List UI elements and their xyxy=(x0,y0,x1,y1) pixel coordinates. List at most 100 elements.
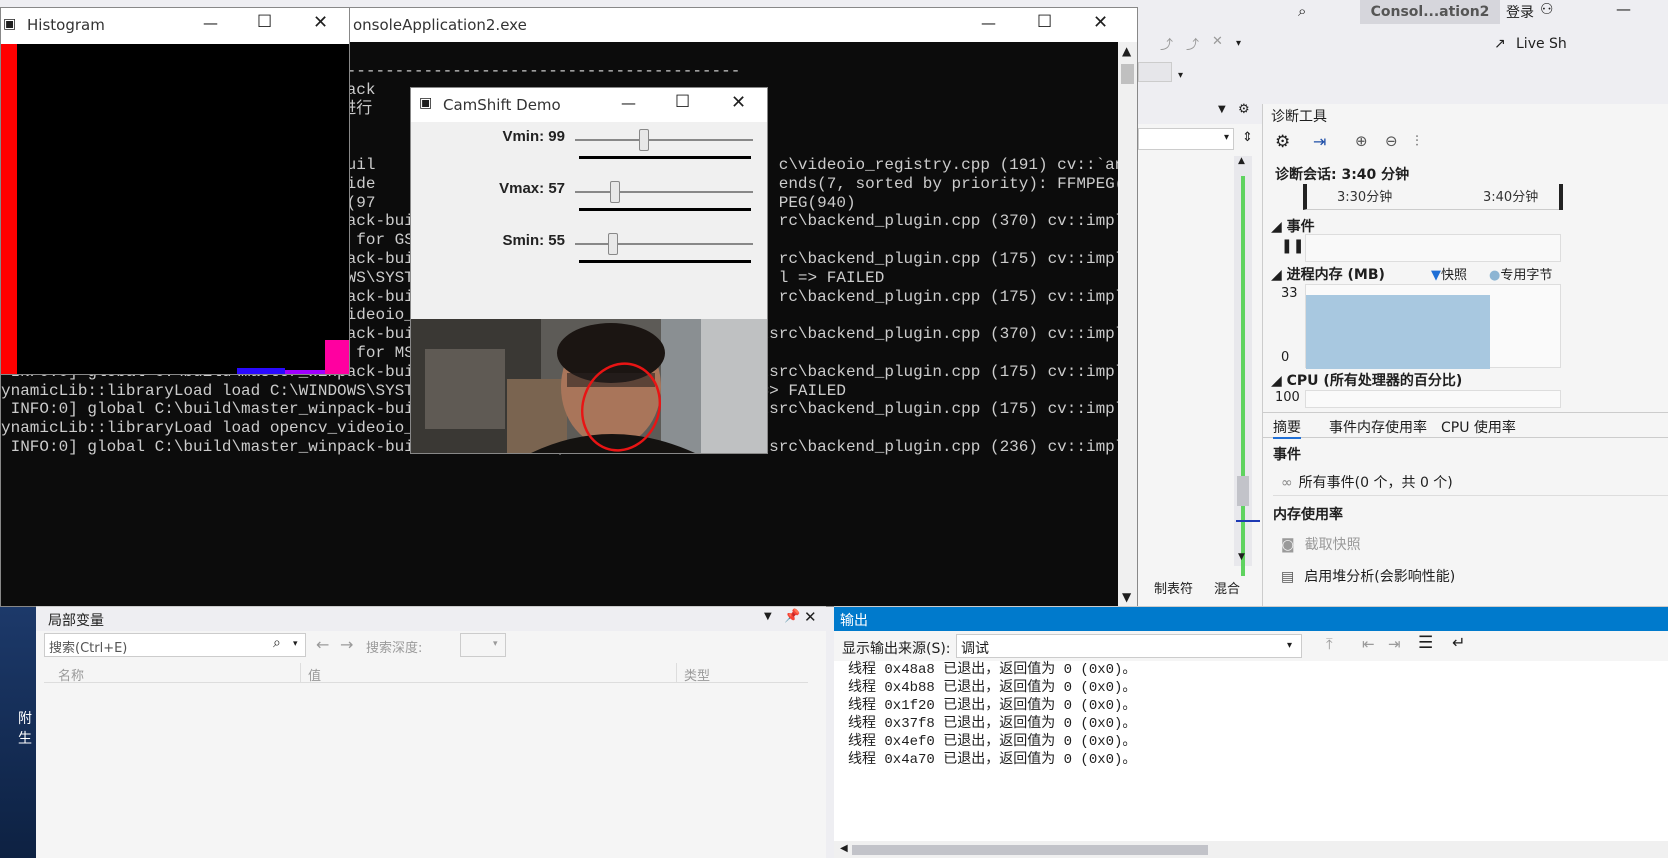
gear-icon[interactable]: ⚙ xyxy=(1238,102,1250,117)
toolbar-icon[interactable]: ⤴ xyxy=(1186,34,1199,53)
search-icon[interactable]: ⌕ xyxy=(1298,2,1306,20)
export-icon[interactable]: ⇥ xyxy=(1313,132,1326,151)
col-name[interactable]: 名称 xyxy=(58,665,84,684)
trackbar-track[interactable] xyxy=(575,139,753,141)
user-icon[interactable]: ⚇ xyxy=(1540,0,1553,18)
camera-frame xyxy=(411,319,767,453)
gear-icon[interactable]: ⚙ xyxy=(1275,132,1290,152)
output-next-icon[interactable]: ⇥ xyxy=(1388,635,1401,653)
trackbar-handle[interactable] xyxy=(608,233,618,255)
search-icon[interactable]: ⌕ xyxy=(273,635,281,651)
word-wrap-icon[interactable]: ↵ xyxy=(1452,633,1465,652)
events-track xyxy=(1305,234,1561,262)
trackbar-handle[interactable] xyxy=(639,129,649,151)
output-source-value: 调试 xyxy=(961,641,989,657)
all-events-row[interactable]: ∞ 所有事件(0 个，共 0 个) xyxy=(1273,472,1668,496)
camshift-close-button[interactable]: ✕ xyxy=(731,92,746,113)
histogram-bar-blue xyxy=(237,368,285,374)
locals-search-input[interactable]: 搜索(Ctrl+E) xyxy=(49,637,127,656)
trackbar-underline xyxy=(579,260,751,263)
login-link[interactable]: 登录 xyxy=(1506,2,1534,22)
scroll-down-icon[interactable]: ▼ xyxy=(1238,552,1245,562)
console-scrollbar[interactable]: ▲ ▼ xyxy=(1118,42,1137,606)
desktop-label-2: 生 xyxy=(18,731,32,747)
tab-events[interactable]: 事件 xyxy=(1329,417,1357,437)
forward-arrow-icon[interactable]: → xyxy=(340,635,353,654)
vs-title-bar: ⌕ Consol...ation2 登录 ⚇ — xyxy=(1138,0,1668,26)
column-divider[interactable] xyxy=(300,663,301,683)
time-label-1: 3:30分钟 xyxy=(1337,190,1393,205)
trackbar-handle[interactable] xyxy=(610,181,620,203)
scroll-down-icon[interactable]: ▼ xyxy=(1122,590,1131,604)
column-divider[interactable] xyxy=(676,663,677,683)
console-maximize-button[interactable]: ☐ xyxy=(1037,12,1052,32)
output-hscrollbar[interactable]: ◀ xyxy=(834,841,1668,858)
tab-summary[interactable]: 摘要 xyxy=(1273,417,1301,439)
events-section-title: 事件 xyxy=(1273,447,1301,463)
take-snapshot-button[interactable]: ◙ 截取快照 xyxy=(1281,534,1361,554)
split-icon[interactable]: ⇕ xyxy=(1242,130,1253,145)
tab-mixed[interactable]: 混合 xyxy=(1214,578,1240,597)
trackbar-track[interactable] xyxy=(575,243,753,245)
output-prev-icon[interactable]: ⇤ xyxy=(1362,635,1375,653)
zoom-in-icon[interactable]: ⊕ xyxy=(1355,132,1368,150)
output-source-select[interactable]: 调试 ▾ xyxy=(956,634,1302,658)
chevron-down-icon[interactable]: ▼ xyxy=(1218,104,1226,115)
chevron-down-icon: ▾ xyxy=(1287,640,1293,651)
camshift-minimize-button[interactable]: — xyxy=(621,94,636,112)
cpu-header[interactable]: ◢ CPU (所有处理器的百分比) xyxy=(1271,370,1462,390)
trackbars: Vmin: 99 Vmax: 57 Smin: 55 xyxy=(411,122,767,318)
live-share-icon[interactable]: ↗ xyxy=(1494,36,1506,52)
solution-name-badge: Consol...ation2 xyxy=(1360,0,1500,24)
output-line: 线程 0x4a70 已退出，返回值为 0 (0x0)。 xyxy=(848,752,1137,768)
explorer-combo[interactable]: ▾ xyxy=(1138,128,1234,150)
col-type[interactable]: 类型 xyxy=(684,665,710,684)
explorer-scrollbar[interactable]: ▲ ▼ xyxy=(1234,156,1252,576)
pause-icon[interactable]: ❚❚ xyxy=(1281,238,1304,254)
output-hscroll-thumb[interactable] xyxy=(852,845,1208,855)
back-arrow-icon[interactable]: ← xyxy=(316,635,329,654)
take-snapshot-label: 截取快照 xyxy=(1304,537,1361,553)
window-icon: ▣ xyxy=(3,16,17,32)
chart-icon[interactable]: ⫶ xyxy=(1415,132,1419,150)
memory-header-label: 进程内存 (MB) xyxy=(1286,267,1385,283)
output-text-area: 线程 0x48a8 已退出，返回值为 0 (0x0)。 线程 0x4b88 已退出… xyxy=(834,661,1668,841)
toolbar-overflow-icon[interactable]: ▾ xyxy=(1178,70,1183,81)
toolbar-icon[interactable]: ✕ xyxy=(1212,34,1223,49)
chevron-down-icon[interactable]: ▾ xyxy=(293,639,298,649)
scroll-up-icon[interactable]: ▲ xyxy=(1238,156,1245,166)
toolbar-combo[interactable] xyxy=(1138,62,1172,82)
histogram-window: ▣ Histogram — ☐ ✕ xyxy=(0,7,350,375)
heap-profiling-button[interactable]: ▤ 启用堆分析(会影响性能) xyxy=(1281,566,1455,586)
vs-minimize-button[interactable]: — xyxy=(1616,0,1631,18)
clear-all-icon[interactable]: ☰ xyxy=(1418,633,1433,653)
camshift-maximize-button[interactable]: ☐ xyxy=(675,92,690,112)
toolbar-icon[interactable]: ⤴ xyxy=(1160,34,1173,53)
histogram-minimize-button[interactable]: — xyxy=(203,14,218,32)
tab-cpu[interactable]: CPU 使用率 xyxy=(1441,417,1516,437)
scroll-up-icon[interactable]: ▲ xyxy=(1122,44,1131,58)
search-depth-combo[interactable]: ▾ xyxy=(460,633,506,657)
heap-icon: ▤ xyxy=(1281,569,1295,585)
console-close-button[interactable]: ✕ xyxy=(1093,12,1108,33)
tab-memory[interactable]: 内存使用率 xyxy=(1357,417,1427,437)
scroll-left-icon[interactable]: ◀ xyxy=(840,843,848,854)
chevron-down-icon[interactable]: ▼ xyxy=(764,611,772,622)
zoom-out-icon[interactable]: ⊖ xyxy=(1385,132,1398,150)
tab-tabs[interactable]: 制表符 xyxy=(1154,578,1193,597)
locals-search-box[interactable]: 搜索(Ctrl+E) ⌕ ▾ xyxy=(44,633,306,657)
col-value[interactable]: 值 xyxy=(308,665,321,684)
histogram-close-button[interactable]: ✕ xyxy=(313,12,328,33)
histogram-maximize-button[interactable]: ☐ xyxy=(257,12,272,32)
output-goto-icon[interactable]: ⤒ xyxy=(1326,635,1333,653)
console-minimize-button[interactable]: — xyxy=(981,14,996,32)
trackbar-track[interactable] xyxy=(575,191,753,193)
memory-header[interactable]: ◢ 进程内存 (MB) xyxy=(1271,264,1385,284)
console-scroll-thumb[interactable] xyxy=(1121,64,1134,84)
live-share-button[interactable]: Live Sh xyxy=(1516,36,1567,52)
toolbar-overflow-icon[interactable]: ▾ xyxy=(1236,38,1241,49)
events-header[interactable]: ◢ 事件 xyxy=(1271,216,1315,236)
close-icon[interactable]: ✕ xyxy=(804,608,817,626)
pin-icon[interactable]: 📌 xyxy=(784,609,800,624)
scroll-thumb[interactable] xyxy=(1237,476,1249,506)
